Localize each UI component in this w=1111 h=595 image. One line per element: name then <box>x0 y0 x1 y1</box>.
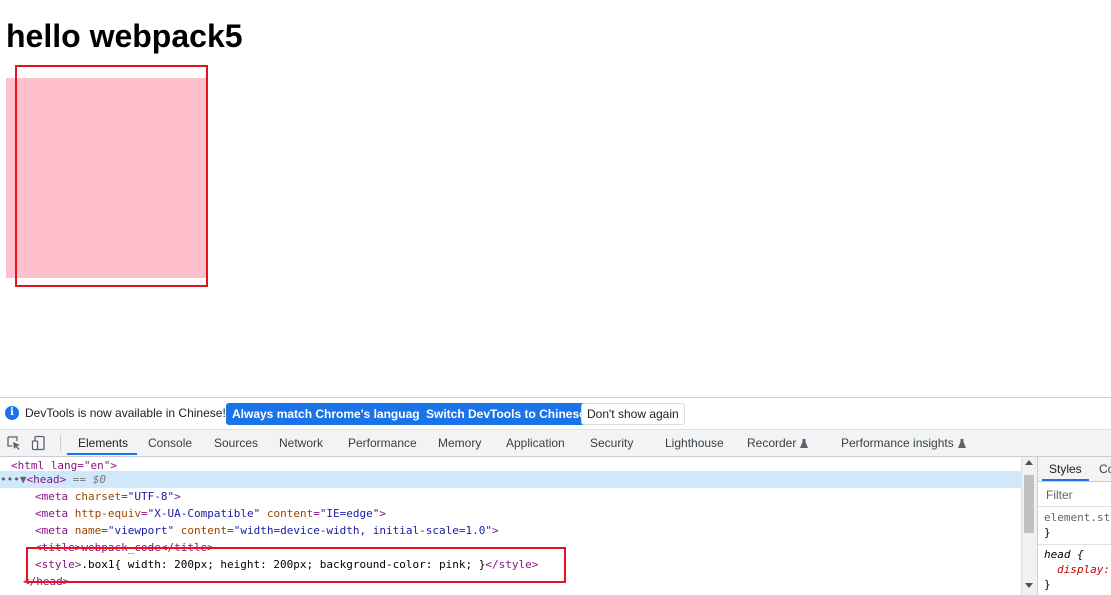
switch-to-chinese-button[interactable]: Switch DevTools to Chinese <box>420 403 592 425</box>
tab-memory[interactable]: Memory <box>438 430 481 456</box>
match-language-button[interactable]: Always match Chrome's language <box>226 403 433 425</box>
toolbar-divider <box>60 435 61 451</box>
scroll-up-arrow-icon[interactable] <box>1025 460 1033 465</box>
attr-value: "viewport" <box>107 524 175 537</box>
tab-styles[interactable]: Styles <box>1049 457 1082 481</box>
tab-lighthouse[interactable]: Lighthouse <box>665 430 724 456</box>
attr-name: content <box>180 524 228 537</box>
tab-sources[interactable]: Sources <box>214 430 258 456</box>
info-icon: i <box>5 406 19 420</box>
tab-network[interactable]: Network <box>279 430 323 456</box>
flask-icon <box>800 439 809 448</box>
dom-node-head[interactable]: •••▼<head> == $0 <box>0 471 1021 488</box>
element-style-selector[interactable]: element.sty <box>1044 511 1111 525</box>
devtools-panel: i DevTools is now available in Chinese! … <box>0 397 1111 595</box>
infobar-message: DevTools is now available in Chinese! <box>25 406 226 420</box>
dom-node-meta-viewport[interactable]: <meta name="viewport" content="width=dev… <box>35 522 1021 539</box>
attr-value: "width=device-width, initial-scale=1.0" <box>233 524 492 537</box>
language-infobar: i DevTools is now available in Chinese! … <box>0 398 1111 430</box>
tab-application[interactable]: Application <box>506 430 565 456</box>
display-property[interactable]: display: <box>1057 563 1110 577</box>
tab-performance[interactable]: Performance <box>348 430 417 456</box>
active-tab-indicator <box>67 453 137 455</box>
dom-node-head-close[interactable]: </head> <box>23 573 1021 590</box>
style-content: .box1{ width: 200px; height: 200px; back… <box>81 558 486 571</box>
selected-node-marker: == $0 <box>72 473 106 486</box>
elements-tree[interactable]: <html lang="en"> •••▼<head> == $0 <meta … <box>0 457 1021 595</box>
dom-node-title[interactable]: <title>webpack_code</title> <box>35 539 1021 556</box>
dom-node-style[interactable]: <style>.box1{ width: 200px; height: 200p… <box>35 556 1021 573</box>
rule-close-brace: } <box>1044 526 1051 539</box>
elements-scrollbar[interactable] <box>1021 457 1037 595</box>
attr-value: "IE=edge" <box>319 507 380 520</box>
device-toolbar-icon[interactable] <box>31 435 47 451</box>
tab-security[interactable]: Security <box>590 430 633 456</box>
page-viewport: hello webpack5 <box>0 0 1111 397</box>
page-heading: hello webpack5 <box>6 18 243 54</box>
pink-box <box>6 78 206 278</box>
attr-value: "X-UA-Compatible" <box>147 507 261 520</box>
title-tag: <title>webpack_code</title> <box>35 541 214 554</box>
styles-tabbar: Styles Co <box>1038 457 1111 482</box>
filter-placeholder: Filter <box>1046 488 1073 502</box>
tab-performance-insights[interactable]: Performance insights <box>841 430 966 456</box>
more-options-icon[interactable]: ••• <box>0 473 20 486</box>
rule-divider <box>1038 544 1111 545</box>
styles-pane: Styles Co Filter element.sty } head { di… <box>1037 457 1111 595</box>
attr-name: charset <box>74 490 122 503</box>
devtools-tabbar: Elements Console Sources Network Perform… <box>0 430 1111 457</box>
style-close-tag: </style> <box>485 558 539 571</box>
tab-computed[interactable]: Co <box>1099 457 1111 481</box>
rule-close-brace: } <box>1044 578 1051 591</box>
tab-console[interactable]: Console <box>148 430 192 456</box>
tab-performance-insights-label: Performance insights <box>841 436 954 450</box>
dom-node-meta-http-equiv[interactable]: <meta http-equiv="X-UA-Compatible" conte… <box>35 505 1021 522</box>
styles-filter-input[interactable]: Filter <box>1038 482 1111 507</box>
dom-node-meta-charset[interactable]: <meta charset="UTF-8"> <box>35 488 1021 505</box>
attr-value: "UTF-8" <box>127 490 175 503</box>
attr-name: content <box>266 507 314 520</box>
active-subtab-indicator <box>1042 479 1089 481</box>
scroll-thumb[interactable] <box>1024 475 1034 533</box>
attr-name: http-equiv <box>74 507 141 520</box>
expand-arrow-icon[interactable]: ▼ <box>20 473 27 486</box>
head-open-tag: <head> <box>26 473 67 486</box>
dont-show-again-button[interactable]: Don't show again <box>581 403 685 425</box>
inspect-element-icon[interactable] <box>6 435 22 451</box>
attr-name: name <box>74 524 102 537</box>
tab-recorder-label: Recorder <box>747 436 797 450</box>
head-rule-selector[interactable]: head { <box>1044 548 1084 562</box>
tab-recorder[interactable]: Recorder <box>747 430 809 456</box>
style-open-tag: <style> <box>35 558 82 571</box>
scroll-down-arrow-icon[interactable] <box>1025 583 1033 588</box>
head-close-tag: </head> <box>23 575 70 588</box>
flask-icon <box>957 439 966 448</box>
